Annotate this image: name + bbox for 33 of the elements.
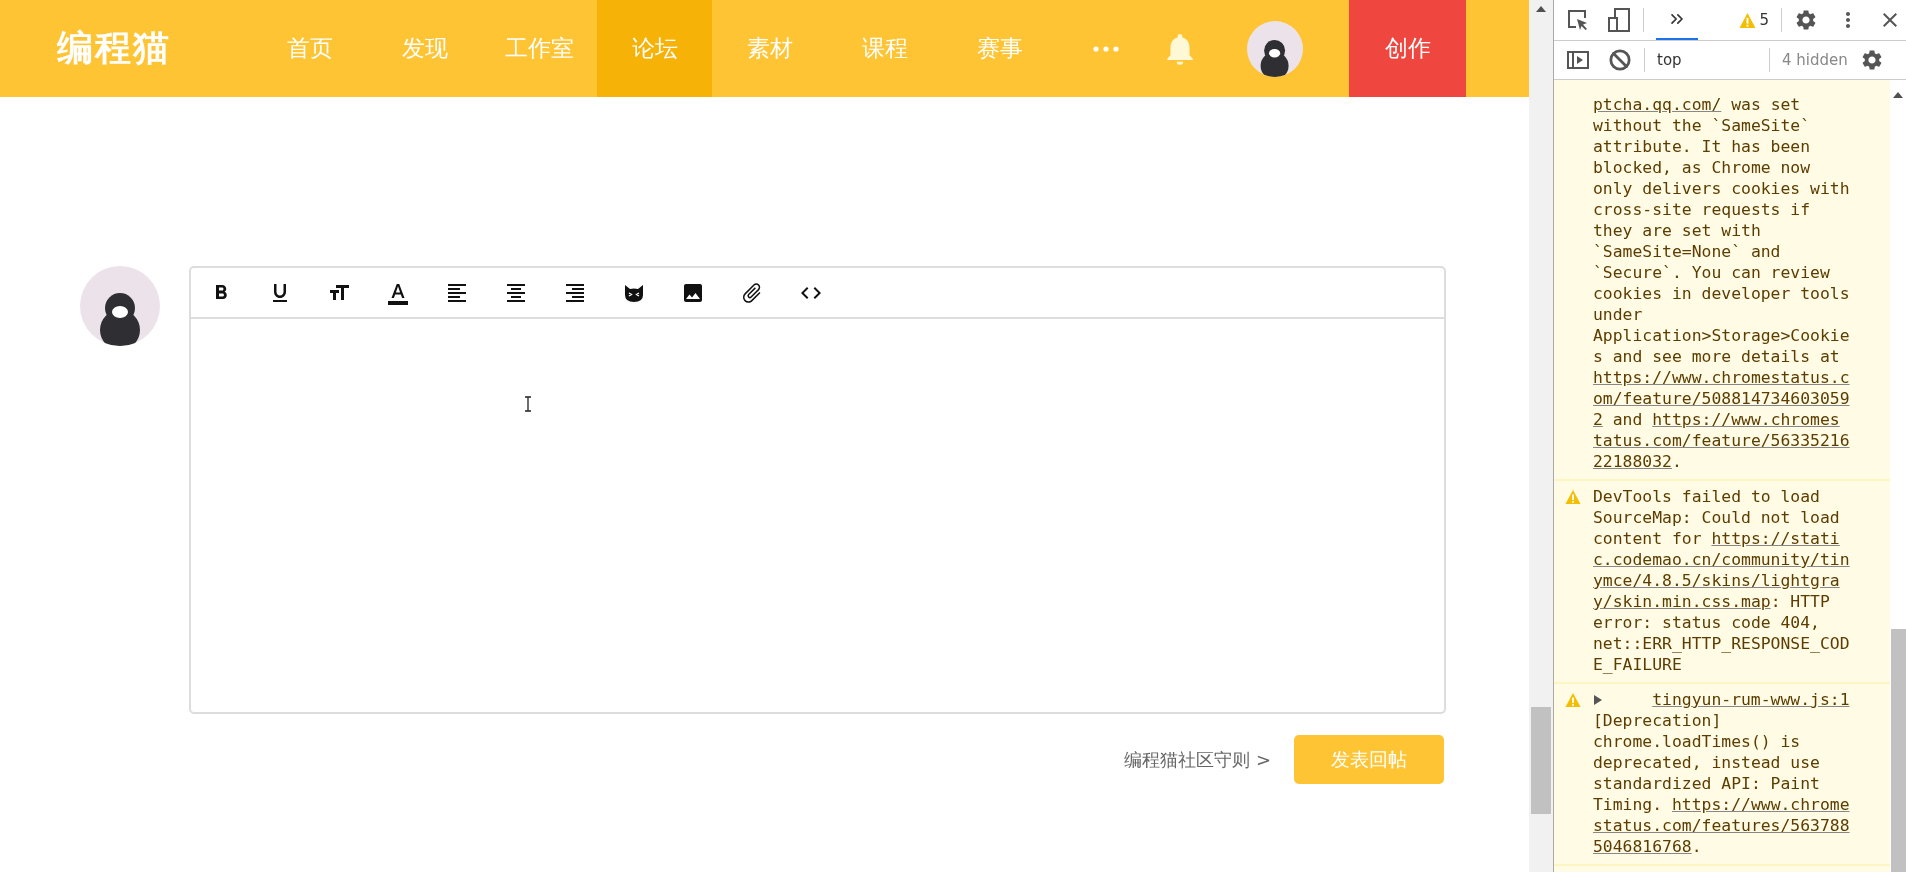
scroll-up-icon[interactable] (1536, 6, 1546, 12)
console-message-text: ptcha.qq.com/ was set without the `SameSite` attribute. It has been blocked, as Chrome now only delivers cookies with cross-site requests if they are set with `SameSite=None` and `Secure`. You can review cookies in developer tools under Application>Storage>Cookies and see more details at https://www.chromestatus.com/feature/5088147346030592 and https://www.chromestatus.com/feature/5633521622188032. (1593, 94, 1850, 472)
text-cursor-icon (524, 396, 532, 412)
scroll-up-icon[interactable] (1893, 92, 1903, 98)
source-link[interactable]: tingyun-rum-www.js:1 (1652, 689, 1850, 710)
nav-item[interactable]: 论坛 (597, 0, 712, 97)
inspect-icon[interactable] (1566, 8, 1590, 32)
clear-console-icon[interactable] (1608, 48, 1632, 72)
nav-item[interactable]: 赛事 (942, 0, 1057, 97)
warning-count[interactable]: 5 (1739, 11, 1769, 29)
nav-item[interactable]: 发现 (367, 0, 482, 97)
site-logo[interactable]: 编程猫 (0, 0, 252, 97)
nav-item[interactable]: 工作室 (482, 0, 597, 97)
warning-icon (1565, 489, 1581, 505)
scrollbar-thumb[interactable] (1531, 707, 1551, 814)
create-button[interactable]: 创作 (1349, 0, 1466, 97)
scrollbar-thumb[interactable] (1890, 629, 1906, 872)
submit-reply-button[interactable]: 发表回帖 (1294, 735, 1444, 784)
device-toolbar-icon[interactable] (1607, 8, 1631, 32)
expand-arrow-icon[interactable] (1593, 693, 1603, 706)
page-scrollbar[interactable] (1529, 0, 1553, 872)
community-rules-link[interactable]: 编程猫社区守则 > (1124, 747, 1271, 772)
context-selector[interactable]: top (1657, 51, 1769, 69)
nav-item[interactable]: 素材 (712, 0, 827, 97)
console-message-text: DevTools failed to load SourceMap: Could not load content for https://static.codemao.cn/community/tinymce/4.8.5/skins/lightgray/skin.min.css.map: HTTP error: status code 404, net::ERR_HTTP_RESPONSE_CODE_FAILURE (1593, 486, 1850, 675)
warning-icon (1739, 11, 1757, 29)
hidden-count: 4 hidden (1782, 51, 1848, 69)
nav-item[interactable]: 首页 (252, 0, 367, 97)
warning-icon (1565, 692, 1581, 708)
settings-icon[interactable] (1794, 8, 1818, 32)
console-message-text: [Deprecation] chrome.loadTimes() is deprecated, instead use standardized API: Paint Timing. https://www.chromestatus.com/features/5637885046816768. (1593, 710, 1850, 857)
sidebar-toggle-icon[interactable] (1566, 48, 1590, 72)
nav-item[interactable]: 课程 (827, 0, 942, 97)
